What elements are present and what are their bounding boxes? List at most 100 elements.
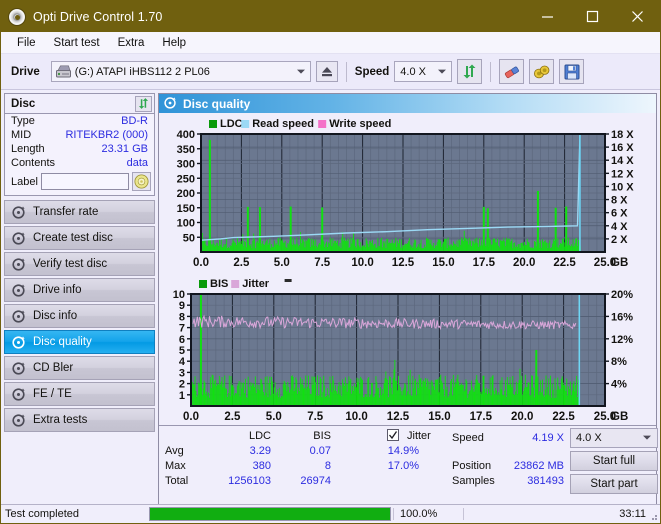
svg-text:Write speed: Write speed [329, 118, 391, 130]
svg-text:3: 3 [179, 367, 185, 379]
test-speed-select[interactable]: 4.0 X [570, 428, 658, 448]
disc-test-icon [164, 96, 177, 112]
refresh-button[interactable] [457, 59, 482, 84]
status-bar: Test completed 100.0% 33:11 [1, 504, 660, 523]
svg-text:2: 2 [179, 379, 185, 391]
menu-item-extra[interactable]: Extra [109, 35, 154, 51]
window-title: Opti Drive Control 1.70 [33, 10, 162, 24]
chevron-down-icon [438, 69, 446, 73]
speed-stat-label: Speed [452, 432, 484, 444]
erase-button[interactable] [499, 59, 524, 84]
window-controls [525, 1, 660, 32]
drive-select-value: (G:) ATAPI iHBS112 2 PL06 [75, 66, 210, 78]
coins-icon [533, 64, 551, 80]
toolbar-divider-2 [490, 62, 491, 82]
svg-text:LDC: LDC [220, 118, 243, 130]
disc-label-input[interactable] [41, 173, 129, 190]
stats-max-jitter: 17.0% [357, 460, 419, 472]
chart-top-svg: LDCRead speedWrite speed5010015020025030… [159, 113, 656, 273]
sidebar-item-label: Transfer rate [33, 206, 98, 218]
stats-row-label-max: Max [165, 460, 186, 472]
svg-text:5.0: 5.0 [274, 257, 290, 269]
disc-test-icon [12, 257, 26, 271]
sidebar-item-extra-tests[interactable]: Extra tests [4, 408, 155, 432]
sidebar-item-disc-info[interactable]: Disc info [4, 304, 155, 328]
sidebar-item-cd-bler[interactable]: CD Bler [4, 356, 155, 380]
disc-label-button[interactable] [132, 172, 151, 191]
svg-text:0.0: 0.0 [183, 411, 199, 423]
sidebar-item-label: Create test disc [33, 232, 113, 244]
svg-text:200: 200 [177, 188, 195, 200]
sidebar-item-fe-te[interactable]: FE / TE [4, 382, 155, 406]
svg-text:4 X: 4 X [611, 221, 628, 233]
disc-row-key: Length [11, 143, 45, 155]
stats-avg-ldc: 3.29 [219, 445, 271, 457]
disc-label-key: Label [11, 176, 38, 188]
menu-item-start-test[interactable]: Start test [45, 35, 109, 51]
svg-text:9: 9 [179, 300, 185, 312]
svg-text:Jitter: Jitter [242, 278, 270, 290]
svg-text:150: 150 [177, 203, 195, 215]
close-icon[interactable] [615, 1, 660, 32]
title-bar: Opti Drive Control 1.70 [1, 1, 660, 32]
save-button[interactable] [559, 59, 584, 84]
eject-icon [320, 65, 334, 78]
sidebar-item-drive-info[interactable]: Drive info [4, 278, 155, 302]
start-full-button[interactable]: Start full [570, 451, 658, 471]
sidebar-item-create-test-disc[interactable]: Create test disc [4, 226, 155, 250]
sidebar-nav: Transfer rate Create test disc Verify te… [4, 200, 155, 432]
sidebar-item-verify-test-disc[interactable]: Verify test disc [4, 252, 155, 276]
app-disc-icon [8, 8, 26, 26]
chart-bottom-svg: BISJitter123456789104%8%12%16%20%0.02.55… [159, 273, 656, 425]
svg-text:4%: 4% [611, 379, 627, 391]
svg-text:400: 400 [177, 129, 195, 141]
stats-row-label-avg: Avg [165, 445, 184, 457]
svg-text:22.5: 22.5 [552, 411, 575, 423]
chevron-down-icon [297, 69, 305, 73]
sidebar-item-transfer-rate[interactable]: Transfer rate [4, 200, 155, 224]
disc-test-icon [12, 309, 26, 323]
speed-select[interactable]: 4.0 X [394, 61, 452, 82]
start-part-button[interactable]: Start part [570, 474, 658, 494]
resize-grip-icon[interactable] [648, 511, 658, 521]
ldc-read-speed-chart: LDCRead speedWrite speed5010015020025030… [159, 113, 656, 273]
statistics-panel: LDC BIS Avg 3.29 0.07 14.9% Max 380 8 17… [159, 425, 656, 497]
eject-button[interactable] [316, 61, 338, 82]
speed-label: Speed [355, 66, 390, 78]
drive-icon [56, 65, 71, 78]
svg-text:15.0: 15.0 [428, 411, 450, 423]
svg-text:300: 300 [177, 159, 195, 171]
disc-row-length: Length 23.31 GB [5, 142, 154, 156]
svg-text:10.0: 10.0 [345, 411, 367, 423]
disc-refresh-button[interactable] [135, 96, 152, 112]
position-label: Position [452, 460, 491, 472]
elapsed-time: 33:11 [463, 508, 660, 520]
main-panel: Disc quality LDCRead speedWrite speed501… [158, 93, 657, 524]
samples-value: 381493 [494, 475, 564, 487]
disc-test-icon [12, 413, 26, 427]
sidebar-item-label: Extra tests [33, 414, 87, 426]
disc-row-mid: MID RITEKBR2 (000) [5, 128, 154, 142]
disc-test-icon [12, 231, 26, 245]
toolbar: Drive (G:) ATAPI iHBS112 2 PL06 Speed [1, 54, 660, 90]
sidebar-item-disc-quality[interactable]: Disc quality [4, 330, 155, 354]
minimize-icon[interactable] [525, 1, 570, 32]
toolbar-divider [346, 62, 347, 82]
menu-item-help[interactable]: Help [153, 35, 195, 51]
stats-avg-jitter: 14.9% [357, 445, 419, 457]
svg-text:17.5: 17.5 [473, 257, 496, 269]
svg-text:2.5: 2.5 [224, 411, 241, 423]
sidebar-item-label: Verify test disc [33, 258, 107, 270]
drive-select[interactable]: (G:) ATAPI iHBS112 2 PL06 [51, 61, 311, 82]
disc-row-key: MID [11, 129, 31, 141]
svg-text:6: 6 [179, 334, 185, 346]
svg-text:20.0: 20.0 [513, 257, 535, 269]
maximize-icon[interactable] [570, 1, 615, 32]
svg-text:1: 1 [179, 390, 185, 402]
bitsetting-button[interactable] [529, 59, 554, 84]
jitter-checkbox[interactable] [387, 429, 399, 441]
svg-text:7.5: 7.5 [307, 411, 324, 423]
disc-row-type: Type BD-R [5, 114, 154, 128]
disc-test-icon [12, 283, 26, 297]
menu-item-file[interactable]: File [8, 35, 45, 51]
